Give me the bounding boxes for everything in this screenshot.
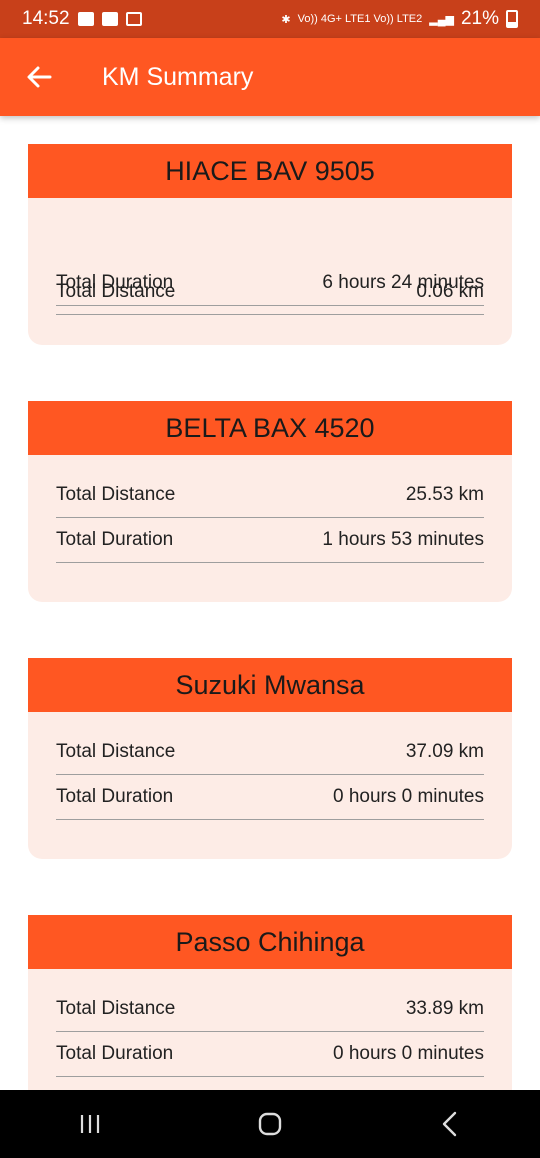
recents-icon [80,1115,100,1133]
status-bar: 14:52 ✱ Vo)) 4G+ LTE1 Vo)) LTE2 ▂▄▆ 21% [0,0,540,38]
status-time: 14:52 [22,8,70,29]
home-icon [258,1112,282,1136]
distance-value: 37.09 km [405,741,484,762]
distance-label: Total Distance [56,484,176,505]
duration-label: Total Duration [56,529,174,550]
distance-row: Total Distance 25.53 km [56,473,484,518]
vehicle-card[interactable]: Suzuki Mwansa Total Distance 37.09 km To… [28,658,512,859]
duration-row: Total Duration 0 hours 0 minutes [56,1032,484,1077]
distance-label: Total Distance [56,998,176,1019]
status-left: 14:52 [22,8,142,30]
vehicle-card[interactable]: Passo Chihinga Total Distance 33.89 km T… [28,915,512,1090]
battery-icon [506,10,518,28]
vehicle-name: BELTA BAX 4520 [28,401,512,455]
back-arrow-icon [27,66,52,88]
duration-value: 0 hours 0 minutes [332,786,484,807]
status-right: ✱ Vo)) 4G+ LTE1 Vo)) LTE2 ▂▄▆ 21% [281,8,518,30]
distance-label: Total Distance [56,741,176,762]
back-nav-button[interactable] [420,1104,480,1144]
duration-row: Total Duration 1 hours 53 minutes [56,518,484,563]
vehicle-name: Passo Chihinga [28,915,512,969]
vehicle-card[interactable]: HIACE BAV 9505 Total Distance 0.06 km To… [28,144,512,345]
duration-value: 6 hours 24 minutes [322,272,484,293]
page-title: KM Summary [102,62,254,91]
duration-value: 0 hours 0 minutes [332,1043,484,1064]
image-icon [77,12,94,26]
duration-label: Total Duration [56,1043,174,1064]
duration-row: Total Duration 6 hours 24 minutes [56,261,484,306]
distance-row: Total Distance 33.89 km [56,987,484,1032]
vehicle-name: HIACE BAV 9505 [28,144,512,198]
home-button[interactable] [240,1104,300,1144]
recents-button[interactable] [60,1104,120,1144]
bluetooth-icon: ✱ [281,13,291,26]
vehicle-name: Suzuki Mwansa [28,658,512,712]
network-text: Vo)) 4G+ LTE1 Vo)) LTE2 [297,13,423,25]
news-icon [125,12,142,26]
app-bar: KM Summary [0,38,540,116]
duration-value: 1 hours 53 minutes [322,529,484,550]
youtube-icon [101,12,118,26]
back-icon [442,1111,457,1137]
distance-value: 33.89 km [405,998,484,1019]
back-button[interactable] [0,38,78,116]
signal-icon: ▂▄▆ [429,13,454,26]
vehicle-list[interactable]: HIACE BAV 9505 Total Distance 0.06 km To… [0,116,540,1090]
distance-row: Total Distance 37.09 km [56,730,484,775]
vehicle-card[interactable]: BELTA BAX 4520 Total Distance 25.53 km T… [28,401,512,602]
system-nav-bar [0,1090,540,1158]
battery-percent: 21% [460,8,499,29]
duration-label: Total Duration [56,272,174,293]
duration-row: Total Duration 0 hours 0 minutes [56,775,484,820]
distance-value: 25.53 km [405,484,484,505]
duration-label: Total Duration [56,786,174,807]
